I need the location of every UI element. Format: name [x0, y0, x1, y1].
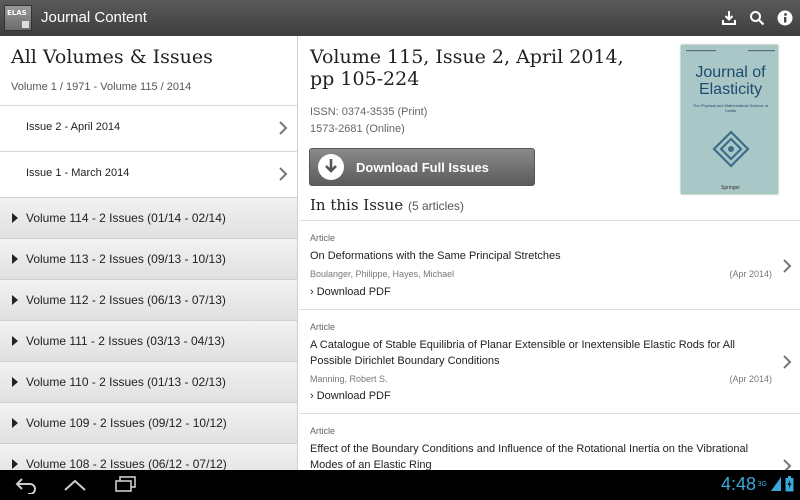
volume-row[interactable]: Volume 113 - 2 Issues (09/13 - 10/13) [0, 238, 297, 279]
expand-triangle-icon [12, 377, 18, 387]
download-circle-icon [318, 154, 344, 180]
volume-label: Volume 113 - 2 Issues (09/13 - 10/13) [26, 252, 226, 266]
volume-row[interactable]: Volume 114 - 2 Issues (01/14 - 02/14) [0, 197, 297, 238]
app-logo-icon[interactable]: ELAS [4, 5, 32, 31]
chevron-right-icon [278, 166, 288, 187]
battery-icon [785, 476, 794, 492]
volume-label: Volume 112 - 2 Issues (06/13 - 07/13) [26, 293, 226, 307]
chevron-right-icon [782, 258, 792, 279]
volume-label: Volume 111 - 2 Issues (03/13 - 04/13) [26, 334, 226, 348]
volumes-title: All Volumes & Issues [11, 46, 213, 68]
article-count: (5 articles) [407, 199, 464, 213]
issue-title: Volume 115, Issue 2, April 2014, pp 105-… [310, 46, 624, 90]
article-date: (Apr 2014) [729, 269, 772, 279]
back-icon[interactable] [14, 476, 38, 499]
recent-apps-icon[interactable] [114, 476, 138, 497]
download-pdf-link[interactable]: › Download PDF [310, 390, 391, 402]
chevron-right-icon [782, 458, 792, 470]
expand-triangle-icon [12, 254, 18, 264]
chevron-right-icon [278, 120, 288, 141]
issue-row[interactable]: Issue 2 - April 2014 [0, 105, 297, 151]
download-icon[interactable] [720, 9, 738, 27]
article-item[interactable]: Article A Catalogue of Stable Equilibria… [299, 309, 800, 413]
volume-label: Volume 108 - 2 Issues (06/12 - 07/12) [26, 457, 227, 470]
cover-journal-name: Journal of Elasticity [695, 64, 766, 98]
bullet-icon: › [310, 390, 317, 402]
in-this-issue-heading: In this Issue (5 articles) [310, 196, 464, 214]
cover-top-strip [686, 49, 775, 54]
article-date: (Apr 2014) [729, 374, 772, 384]
issue-detail-pane: Volume 115, Issue 2, April 2014, pp 105-… [299, 36, 800, 470]
download-pdf-link[interactable]: › Download PDF [310, 286, 391, 298]
volume-label: Volume 110 - 2 Issues (01/13 - 02/13) [26, 375, 226, 389]
article-authors: Boulanger, Philippe, Hayes, Michael [310, 269, 455, 279]
network-type: 3G [757, 480, 767, 488]
expand-triangle-icon [12, 295, 18, 305]
volume-row[interactable]: Volume 109 - 2 Issues (09/12 - 10/12) [0, 402, 297, 443]
cover-publisher: Springer [721, 185, 740, 191]
cover-subtitle: The Physical and Mathematical Science of… [692, 103, 769, 113]
app-logo-text: ELAS [7, 9, 27, 17]
volume-row[interactable]: Volume 111 - 2 Issues (03/13 - 04/13) [0, 320, 297, 361]
volumes-range: Volume 1 / 1971 - Volume 115 / 2014 [11, 81, 192, 93]
volume-row[interactable]: Volume 112 - 2 Issues (06/13 - 07/13) [0, 279, 297, 320]
download-full-issues-label: Download Full Issues [356, 159, 489, 175]
bullet-icon: › [310, 286, 317, 298]
app-logo-badge [22, 21, 29, 28]
download-full-issues-button[interactable]: Download Full Issues [309, 148, 535, 186]
in-this-issue-label: In this Issue [310, 196, 404, 214]
signal-icon [771, 477, 781, 491]
action-bar: ELAS Journal Content [0, 0, 800, 36]
article-item[interactable]: Article Effect of the Boundary Condition… [299, 413, 800, 470]
issn-online: 1573-2681 (Online) [310, 123, 405, 135]
article-type: Article [310, 322, 336, 332]
volume-label: Volume 109 - 2 Issues (09/12 - 10/12) [26, 416, 227, 430]
issue-label: Issue 1 - March 2014 [26, 167, 130, 179]
expand-triangle-icon [12, 418, 18, 428]
article-title: On Deformations with the Same Principal … [310, 250, 561, 262]
issn-print: ISSN: 0374-3535 (Print) [310, 106, 428, 118]
article-type: Article [310, 233, 336, 243]
status-clock: 4:48 [720, 474, 756, 494]
issue-label: Issue 2 - April 2014 [26, 121, 121, 133]
volume-row[interactable]: Volume 108 - 2 Issues (06/12 - 07/12) [0, 443, 297, 470]
volume-label: Volume 114 - 2 Issues (01/14 - 02/14) [26, 211, 226, 225]
expand-triangle-icon [12, 459, 18, 469]
article-authors: Manning, Robert S. [310, 374, 388, 384]
app-title: Journal Content [41, 9, 147, 26]
info-icon[interactable] [776, 9, 794, 27]
download-pdf-label: Download PDF [316, 390, 391, 402]
expand-triangle-icon [12, 213, 18, 223]
expand-triangle-icon [12, 336, 18, 346]
volume-row[interactable]: Volume 110 - 2 Issues (01/13 - 02/13) [0, 361, 297, 402]
journal-cover-image[interactable]: Journal of Elasticity The Physical and M… [681, 45, 778, 194]
article-title: Effect of the Boundary Conditions and In… [310, 443, 749, 470]
home-icon[interactable] [63, 478, 87, 497]
cover-emblem-icon [712, 130, 750, 168]
chevron-right-icon [782, 354, 792, 375]
article-item[interactable]: Article On Deformations with the Same Pr… [299, 220, 800, 309]
search-icon[interactable] [748, 9, 766, 27]
status-icons: 3G [758, 476, 794, 492]
volumes-pane: All Volumes & Issues Volume 1 / 1971 - V… [0, 36, 298, 470]
download-pdf-label: Download PDF [316, 286, 391, 298]
issue-row[interactable]: Issue 1 - March 2014 [0, 151, 297, 197]
issn-block: ISSN: 0374-3535 (Print) 1573-2681 (Onlin… [310, 104, 427, 138]
system-navigation-bar: 4:48 3G [0, 470, 800, 500]
article-type: Article [310, 426, 336, 436]
article-title: A Catalogue of Stable Equilibria of Plan… [310, 339, 735, 367]
